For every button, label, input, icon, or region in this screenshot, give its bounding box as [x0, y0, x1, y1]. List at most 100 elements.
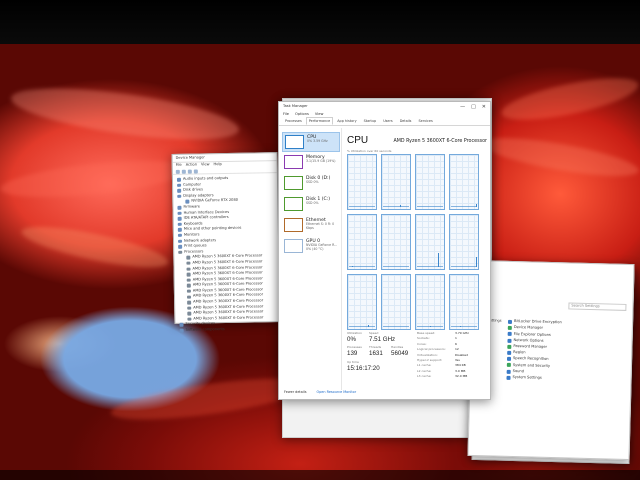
menu-help[interactable]: Help: [213, 162, 222, 167]
device-tree-label: Software components: [185, 327, 225, 332]
task-manager-title: Task Manager: [283, 103, 308, 108]
task-manager-window[interactable]: Task Manager — □ ✕ File Options View Pro…: [278, 101, 491, 400]
utilization-label: Utilization: [347, 331, 363, 335]
menu-view[interactable]: View: [201, 162, 210, 167]
settings-link-label: System and Security: [512, 362, 551, 368]
spec-value: 6: [455, 341, 457, 346]
resource-item-memory[interactable]: Memory 3.1/15.9 GB (19%): [282, 153, 340, 173]
spec-value: 32.0 MB: [455, 374, 468, 379]
processor-icon: [187, 300, 192, 305]
logical-processor-graph: [381, 214, 411, 270]
properties-icon[interactable]: [187, 169, 192, 174]
cpu-title: CPU: [347, 135, 369, 146]
spec-value: 3.79 GHz: [455, 331, 469, 335]
graph-baseline: [383, 266, 409, 267]
graph-baseline: [383, 326, 409, 327]
settings-search-input[interactable]: Search Settings: [568, 302, 627, 311]
forward-icon[interactable]: [181, 169, 186, 174]
spec-value: Disabled: [455, 352, 469, 357]
processes-value: 139: [347, 350, 358, 357]
settings-link[interactable]: System Settings: [506, 375, 542, 382]
utilization-spike: [352, 266, 353, 267]
threads-value: 1631: [369, 350, 383, 357]
utilization-spike: [400, 205, 401, 207]
device-manager-window[interactable]: Device Manager File Action View Help Aud…: [171, 152, 281, 333]
resource-item-gpu[interactable]: GPU 0 NVIDIA GeForce R... 0% (40 °C): [282, 237, 340, 257]
tab-processes[interactable]: Processes: [282, 117, 305, 125]
device-category-icon: [177, 233, 182, 238]
tab-startup[interactable]: Startup: [361, 117, 380, 125]
device-tree: Audio inputs and outputs Computer Disk dri…: [173, 173, 280, 333]
resource-sub: NVIDIA GeForce R... 0% (40 °C): [306, 243, 338, 251]
utilization-spike: [476, 257, 477, 267]
processor-icon: [186, 267, 191, 271]
logical-processor-graph: [415, 154, 445, 210]
resource-sub: 3.1/15.9 GB (19%): [306, 159, 336, 164]
menu-view[interactable]: View: [315, 112, 324, 117]
tab-app-history[interactable]: App history: [334, 117, 359, 125]
menu-action[interactable]: Action: [186, 163, 197, 168]
spec-value: 1: [455, 336, 457, 341]
device-tree-label: Computer: [183, 182, 201, 187]
menu-file[interactable]: File: [176, 163, 182, 168]
spec-value: 384 KB: [455, 363, 466, 368]
tab-services[interactable]: Services: [415, 117, 435, 125]
logical-processor-graph: [347, 214, 377, 270]
utilization-spike: [430, 326, 431, 327]
spec-label: Logical processors:: [417, 347, 446, 352]
graph-baseline: [349, 206, 375, 207]
tab-performance[interactable]: Performance: [305, 117, 334, 125]
task-manager-tabs: Processes Performance App history Startu…: [279, 117, 490, 126]
tab-details[interactable]: Details: [397, 117, 415, 125]
device-tree-label: Display adapters: [183, 192, 214, 198]
resource-item-ethernet[interactable]: Ethernet Ethernet S: 0 R: 0 Kbps: [282, 216, 340, 236]
close-button[interactable]: ✕: [482, 104, 486, 110]
settings-link-label: Sound: [512, 368, 525, 374]
logical-processor-graph: [449, 214, 479, 270]
maximize-button[interactable]: □: [471, 104, 476, 110]
settings-item-icon: [506, 363, 511, 368]
processor-icon: [186, 295, 192, 299]
resource-item-disk1[interactable]: Disk 1 (C:) SSD 0%: [282, 195, 340, 215]
task-manager-footer: Fewer details Open Resource Monitor: [284, 390, 356, 394]
utilization-spike: [476, 204, 477, 207]
device-category-icon: [177, 194, 182, 199]
back-icon[interactable]: [175, 169, 180, 174]
settings-item-icon: [507, 338, 512, 343]
processor-icon: [186, 278, 191, 282]
settings-link-label: Network Options: [513, 337, 544, 343]
device-category-icon: [177, 205, 182, 210]
logical-processor-graph: [347, 154, 377, 210]
task-manager-titlebar[interactable]: Task Manager — □ ✕: [279, 102, 490, 111]
fewer-details-link[interactable]: Fewer details: [284, 390, 306, 394]
resource-item-cpu[interactable]: CPU 0% 3.59 GHz: [282, 132, 340, 152]
speed-label: Speed: [369, 331, 379, 335]
menu-file[interactable]: File: [283, 112, 289, 117]
device-tree-label: Print queues: [184, 243, 207, 248]
photo-stage: Device Manager File Action View Help Aud…: [0, 0, 640, 480]
tab-users[interactable]: Users: [380, 117, 396, 125]
control-panel-window[interactable]: Search Settings Related settings BitLock…: [467, 259, 635, 461]
device-category-icon: [185, 200, 190, 204]
device-manager-title: Device Manager: [175, 155, 205, 160]
help-icon[interactable]: [193, 168, 198, 174]
search-placeholder: Search Settings: [571, 303, 600, 308]
open-resource-monitor-link[interactable]: Open Resource Monitor: [316, 390, 356, 394]
device-category-icon: [177, 211, 182, 215]
ethernet-thumbnail-graph: [284, 218, 303, 232]
device-category-icon: [177, 216, 182, 221]
logical-processor-graph: [381, 154, 411, 210]
minimize-button[interactable]: —: [460, 104, 465, 110]
spec-value: 12: [455, 347, 459, 352]
utilization-spike: [438, 253, 439, 267]
cpu-thumbnail-graph: [285, 135, 304, 149]
disk0-thumbnail-graph: [284, 176, 303, 190]
menu-options[interactable]: Options: [295, 112, 309, 117]
logical-processor-graph: [415, 214, 445, 270]
graph-baseline: [417, 206, 443, 207]
resource-item-disk0[interactable]: Disk 0 (D:) SSD 0%: [282, 174, 340, 194]
resource-sub: SSD 0%: [306, 180, 319, 185]
settings-link-label: Password Manager: [513, 344, 548, 349]
settings-link-label: Region: [513, 350, 526, 355]
settings-link-label: Speech Recognition: [512, 356, 549, 362]
